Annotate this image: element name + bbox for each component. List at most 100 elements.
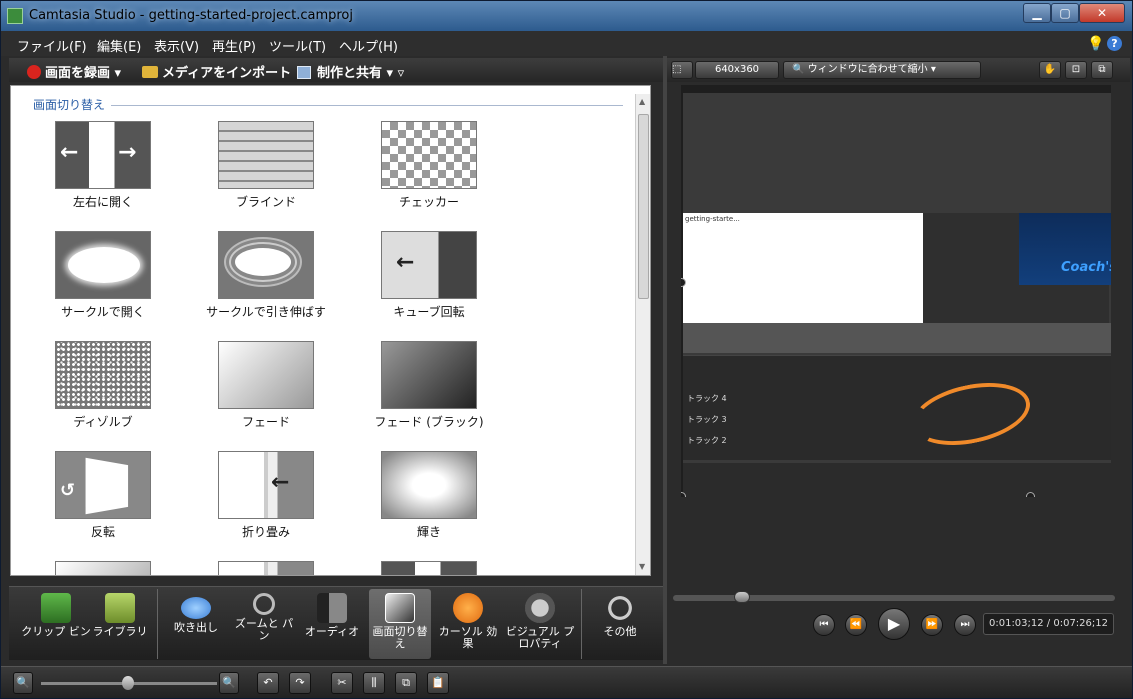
go-to-end-button[interactable]: ⏭ [954, 614, 976, 636]
transition-preview: ← → [55, 121, 151, 189]
transition-preview [381, 561, 477, 575]
preview-lower-area [683, 463, 1111, 497]
share-icon [297, 66, 311, 79]
cut-icon[interactable]: ✂ [331, 672, 353, 694]
maximize-button[interactable]: ▢ [1051, 3, 1079, 23]
transition-item[interactable]: フェード [191, 341, 341, 430]
transition-preview [218, 561, 314, 575]
paste-icon[interactable]: 📋 [427, 672, 449, 694]
zoom-slider-thumb[interactable] [122, 676, 134, 690]
menu-play[interactable]: 再生(P) [212, 36, 256, 55]
app-window: Camtasia Studio - getting-started-projec… [0, 0, 1133, 699]
transition-item[interactable]: 輝き [354, 451, 504, 540]
zoom-mode-dropdown[interactable]: 🔍 ウィンドウに合わせて縮小 ▾ [783, 61, 981, 79]
coach-logo-text: Coach's [1061, 260, 1111, 275]
tip-bulb-icon[interactable]: 💡 [1087, 36, 1104, 52]
scroll-down-icon[interactable]: ▼ [639, 562, 648, 571]
library-scrollbar[interactable]: ▲ ▼ [635, 94, 650, 575]
produce-share-button[interactable]: 制作と共有 ▾ ▿ [297, 62, 404, 81]
transition-preview [381, 451, 477, 519]
preview-inner-timeline: トラック 4 トラック 3 トラック 2 [683, 355, 1111, 460]
tab-transitions[interactable]: 画面切り替え [369, 589, 431, 659]
transition-item[interactable]: サークルで開く [28, 231, 178, 320]
zoom-out-icon[interactable]: 🔍 [13, 672, 33, 694]
transition-item[interactable]: ← キューブ回転 [354, 231, 504, 320]
hand-icon[interactable]: ✋ [1039, 61, 1061, 79]
transition-item[interactable]: ブラインド [191, 121, 341, 210]
arrow-left-icon: ← [271, 470, 290, 495]
menu-help[interactable]: ヘルプ(H) [339, 36, 398, 55]
menu-file[interactable]: ファイル(F) [17, 36, 87, 55]
transition-item[interactable]: フェード (ブラック) [354, 341, 504, 430]
copy-icon[interactable]: ⧉ [395, 672, 417, 694]
record-screen-button[interactable]: 画面を録画 ▾ [27, 62, 121, 81]
arrow-left-icon: ← [396, 250, 415, 275]
resize-handle[interactable] [1026, 492, 1035, 497]
fit-icon[interactable]: ⊡ [1065, 61, 1087, 79]
track-label: トラック 2 [687, 436, 727, 445]
aspect-icon[interactable]: ⬚ [671, 61, 693, 79]
transition-preview [55, 561, 151, 575]
undo-icon[interactable]: ↶ [257, 672, 279, 694]
transition-item-partial[interactable] [28, 561, 178, 575]
transition-preview: ← [381, 231, 477, 299]
menu-view[interactable]: 表示(V) [154, 36, 199, 55]
pane-splitter[interactable] [663, 56, 667, 664]
tab-separator [157, 589, 158, 659]
rewind-button[interactable]: ⏪ [845, 614, 867, 636]
menu-edit[interactable]: 編集(E) [97, 36, 141, 55]
split-icon[interactable]: ⫼ [363, 672, 385, 694]
tab-visual-properties[interactable]: ビジュアル プロパティ [505, 589, 575, 659]
seek-thumb[interactable] [734, 591, 750, 603]
group-divider [111, 105, 623, 106]
preview-white-area: getting-starte... [683, 213, 923, 323]
redo-icon[interactable]: ↷ [289, 672, 311, 694]
speaker-icon [317, 593, 347, 623]
flip-arrow-icon: ↺ [60, 480, 76, 501]
transition-icon [385, 593, 415, 623]
fast-forward-button[interactable]: ⏩ [921, 614, 943, 636]
time-display: 0:01:03;12 / 0:07:26;12 [983, 613, 1114, 635]
tab-more[interactable]: その他 [589, 589, 651, 659]
tab-audio[interactable]: オーディオ [301, 589, 363, 659]
tab-clip-bin[interactable]: クリップ ビン [17, 589, 95, 659]
detach-icon[interactable]: ⧉ [1091, 61, 1113, 79]
transition-preview [55, 341, 151, 409]
close-button[interactable]: ✕ [1079, 3, 1125, 23]
tab-cursor-effects[interactable]: カーソル 効果 [437, 589, 499, 659]
scroll-thumb[interactable] [638, 114, 649, 299]
transition-item[interactable]: ← → 左右に開く [28, 121, 178, 210]
minimize-button[interactable]: ▁ [1023, 3, 1051, 23]
zoom-in-icon[interactable]: 🔍 [219, 672, 239, 694]
scroll-up-icon[interactable]: ▲ [639, 97, 648, 106]
transition-item-partial[interactable] [354, 561, 504, 575]
transition-item[interactable]: チェッカー [354, 121, 504, 210]
menu-tools[interactable]: ツール(T) [269, 36, 326, 55]
go-to-start-button[interactable]: ⏮ [813, 614, 835, 636]
tab-zoom-pan[interactable]: ズームと パン [233, 589, 295, 659]
folder-icon [105, 593, 135, 623]
transition-item-partial[interactable] [191, 561, 341, 575]
play-button[interactable]: ▶ [878, 608, 910, 640]
resolution-button[interactable]: 640x360 [695, 61, 779, 79]
magnifier-icon [253, 593, 275, 615]
transition-item[interactable]: ディゾルブ [28, 341, 178, 430]
menu-bar: ファイル(F) 編集(E) 表示(V) 再生(P) ツール(T) ヘルプ(H) … [1, 31, 1132, 56]
tab-callouts[interactable]: 吹き出し [165, 589, 227, 659]
transition-item[interactable]: ← 折り畳み [191, 451, 341, 540]
transition-preview [218, 121, 314, 189]
help-icon[interactable]: ? [1107, 36, 1122, 51]
track-label: トラック 4 [687, 394, 727, 403]
title-bar: Camtasia Studio - getting-started-projec… [1, 1, 1132, 31]
video-preview[interactable]: getting-starte... Coach's トラック 4 トラック 3 … [681, 85, 1111, 497]
preview-toolbar: ⬚ 640x360 🔍 ウィンドウに合わせて縮小 ▾ ✋ ⊡ ⧉ [667, 58, 1130, 82]
cursor-icon [453, 593, 483, 623]
transition-preview [55, 231, 151, 299]
tab-separator [581, 589, 582, 659]
tab-library[interactable]: ライブラリ [89, 589, 151, 659]
transition-item[interactable]: サークルで引き伸ばす [191, 231, 341, 320]
transition-item[interactable]: ↺ 反転 [28, 451, 178, 540]
import-media-button[interactable]: メディアをインポート [142, 62, 291, 81]
transition-preview: ↺ [55, 451, 151, 519]
arrow-right-icon: → [118, 140, 137, 165]
